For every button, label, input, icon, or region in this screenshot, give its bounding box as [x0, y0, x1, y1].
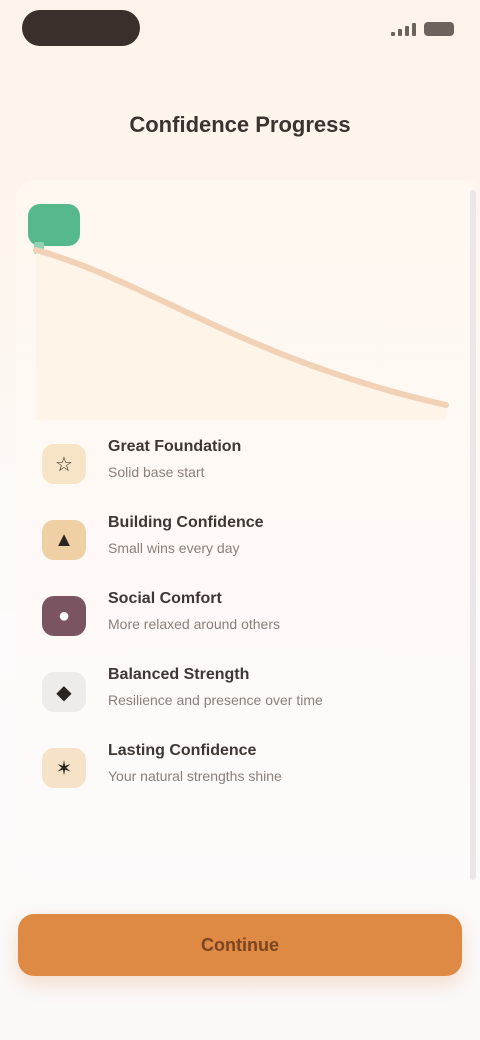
- item-title: Lasting Confidence: [108, 742, 257, 759]
- scrollbar[interactable]: [470, 190, 476, 880]
- shield-icon-glyph: ☆: [55, 453, 73, 476]
- status-bar: [0, 0, 480, 70]
- item-subtitle: Small wins every day: [108, 540, 240, 556]
- sun-icon: ✶: [42, 748, 86, 788]
- list-item: ● Social Comfort More relaxed around oth…: [30, 582, 450, 654]
- people-icon-glyph: ●: [57, 604, 71, 627]
- shield-icon: ☆: [42, 444, 86, 484]
- item-title: Balanced Strength: [108, 666, 250, 683]
- sun-icon-glyph: ✶: [55, 757, 73, 780]
- list-item: ◆ Balanced Strength Resilience and prese…: [30, 658, 450, 730]
- item-subtitle: Resilience and presence over time: [108, 692, 323, 708]
- list-item: ✶ Lasting Confidence Your natural streng…: [30, 734, 450, 806]
- arrow-up-icon: ▲: [42, 520, 86, 560]
- signal-icon: [391, 22, 416, 36]
- balance-icon: ◆: [42, 672, 86, 712]
- item-title: Great Foundation: [108, 438, 242, 455]
- item-subtitle: Solid base start: [108, 464, 205, 480]
- item-subtitle: More relaxed around others: [108, 616, 280, 632]
- arrow-up-icon-glyph: ▲: [54, 528, 74, 551]
- balance-icon-glyph: ◆: [56, 681, 72, 704]
- page-title: Confidence Progress: [129, 112, 351, 137]
- list-item: ☆ Great Foundation Solid base start: [30, 430, 450, 502]
- continue-button[interactable]: Continue: [18, 914, 462, 976]
- list-item: ▲ Building Confidence Small wins every d…: [30, 506, 450, 578]
- progress-curve-chart: [33, 247, 449, 420]
- status-icons: [391, 22, 454, 36]
- item-title: Social Comfort: [108, 590, 222, 607]
- item-title: Building Confidence: [108, 514, 264, 531]
- people-icon: ●: [42, 596, 86, 636]
- item-subtitle: Your natural strengths shine: [108, 768, 282, 784]
- battery-icon: [424, 22, 454, 36]
- dynamic-island: [22, 10, 140, 46]
